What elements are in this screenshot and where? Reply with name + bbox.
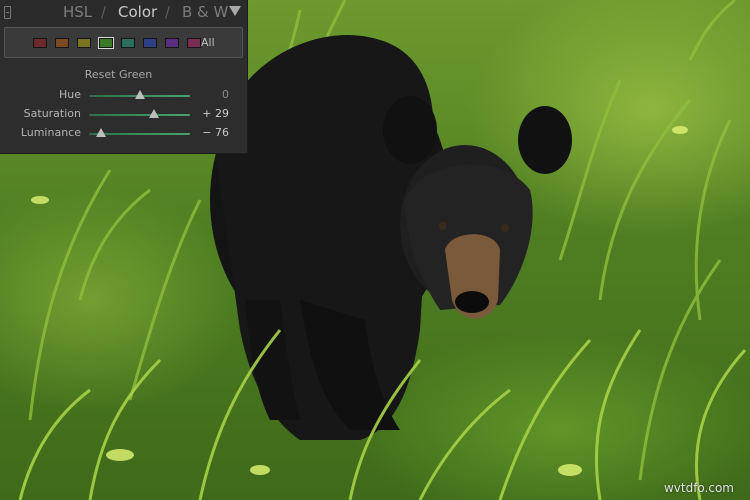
hue-value[interactable]: 0: [222, 88, 229, 101]
swatch-blue[interactable]: [143, 38, 157, 48]
color-swatch-row: All: [4, 27, 243, 58]
all-button[interactable]: All: [201, 36, 215, 49]
swatch-orange[interactable]: [55, 38, 69, 48]
bear: [210, 34, 572, 441]
watermark: wvtdfo.com: [663, 481, 734, 495]
luminance-value[interactable]: − 76: [202, 126, 229, 139]
tab-hsl[interactable]: HSL: [63, 3, 92, 21]
luminance-slider-row: Luminance − 76: [0, 124, 247, 142]
panel-switch-icon[interactable]: [4, 6, 11, 19]
hue-slider-thumb[interactable]: [134, 90, 145, 99]
swatch-red[interactable]: [33, 38, 47, 48]
luminance-slider-thumb[interactable]: [96, 128, 107, 137]
panel-header: HSL / Color / B & W: [0, 0, 247, 25]
hue-slider-row: Hue 0: [0, 86, 247, 104]
swatch-purple[interactable]: [165, 38, 179, 48]
hue-label: Hue: [58, 88, 81, 101]
swatch-aqua[interactable]: [121, 38, 135, 48]
saturation-slider-thumb[interactable]: [149, 109, 160, 118]
swatch-magenta[interactable]: [187, 38, 201, 48]
tab-bw[interactable]: B & W: [182, 3, 228, 21]
panel-menu-triangle-icon[interactable]: [229, 6, 241, 16]
tab-separator: /: [101, 3, 107, 21]
swatch-yellow[interactable]: [77, 38, 91, 48]
saturation-slider-track[interactable]: [89, 114, 190, 116]
tab-color[interactable]: Color: [118, 3, 157, 21]
swatch-green[interactable]: [98, 37, 114, 49]
hsl-panel: HSL / Color / B & W All Reset Green Hue …: [0, 0, 248, 154]
luminance-label: Luminance: [20, 126, 81, 139]
saturation-value[interactable]: + 29: [202, 107, 229, 120]
reset-green-button[interactable]: Reset Green: [0, 68, 237, 81]
saturation-slider-row: Saturation + 29: [0, 105, 247, 123]
saturation-label: Saturation: [23, 107, 81, 120]
tab-separator: /: [165, 3, 171, 21]
